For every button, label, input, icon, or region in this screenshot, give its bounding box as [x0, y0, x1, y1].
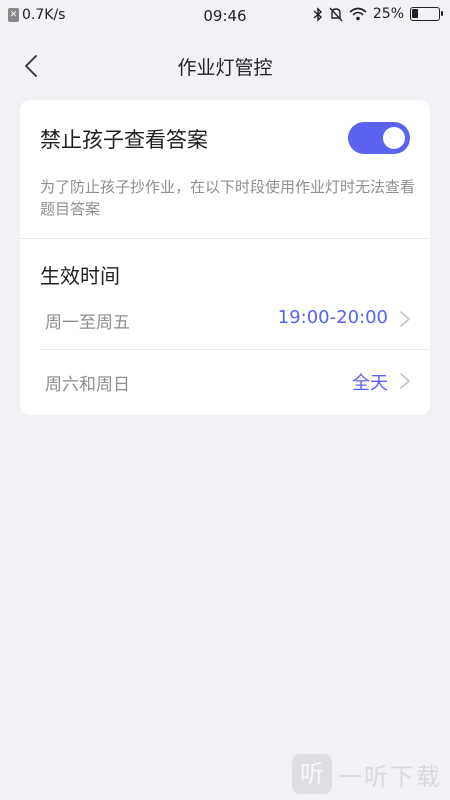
- battery-level: [412, 9, 418, 18]
- battery-icon: [410, 7, 443, 21]
- status-bar: ✕ 0.7K/s 09:46 25%: [0, 0, 450, 32]
- hide-answers-toggle[interactable]: [348, 122, 410, 154]
- divider: [20, 238, 430, 239]
- bluetooth-icon: [313, 6, 322, 22]
- switch-label: 禁止孩子查看答案: [40, 128, 208, 152]
- chevron-right-icon: [400, 311, 410, 327]
- schedule-value: 19:00-20:00: [277, 307, 388, 328]
- schedule-label: 周六和周日: [45, 375, 130, 395]
- page-title: 作业灯管控: [177, 57, 273, 79]
- battery-percent: 25%: [372, 6, 404, 22]
- schedule-row-weekend[interactable]: 周六和周日 全天: [20, 350, 430, 412]
- schedule-value: 全天: [352, 373, 388, 394]
- chevron-right-icon: [400, 373, 410, 389]
- mute-bell-icon: [329, 7, 343, 21]
- status-right: 25%: [313, 6, 443, 22]
- watermark-logo: 听: [292, 754, 332, 794]
- settings-card: 禁止孩子查看答案 为了防止孩子抄作业，在以下时段使用作业灯时无法查看题目答案 生…: [20, 100, 430, 415]
- switch-description: 为了防止孩子抄作业，在以下时段使用作业灯时无法查看题目答案: [40, 178, 416, 218]
- watermark-text: 一听下载: [338, 762, 442, 791]
- nav-bar: 作业灯管控: [0, 32, 450, 98]
- watermark: 听 一听下载: [292, 754, 442, 794]
- schedule-label: 周一至周五: [45, 313, 130, 333]
- wifi-icon: [349, 7, 367, 21]
- section-title: 生效时间: [40, 264, 120, 288]
- schedule-row-weekdays[interactable]: 周一至周五 19:00-20:00: [20, 288, 430, 350]
- toggle-knob: [383, 127, 405, 149]
